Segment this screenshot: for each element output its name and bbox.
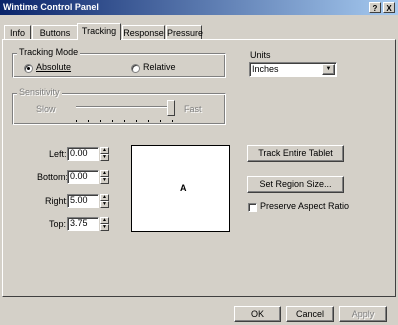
left-spinner[interactable]: ▲ ▼ [100,147,109,161]
help-button[interactable]: ? [369,2,381,13]
absolute-label[interactable]: Absolute [36,62,71,72]
spin-down-icon[interactable]: ▼ [100,154,109,161]
spin-up-icon[interactable]: ▲ [100,147,109,154]
tablet-region-preview[interactable]: A [131,145,230,232]
sensitivity-legend: Sensitivity [17,87,62,97]
preserve-aspect-checkbox[interactable] [248,203,257,212]
relative-label[interactable]: Relative [143,62,176,72]
radio-selected-dot [27,67,30,70]
sensitivity-slider-thumb[interactable] [167,100,175,116]
spin-up-icon[interactable]: ▲ [100,217,109,224]
tab-buttons[interactable]: Buttons [32,25,78,39]
set-region-size-button[interactable]: Set Region Size... [247,176,344,193]
apply-button[interactable]: Apply [339,306,387,322]
slider-tick [148,120,149,122]
tab-tracking[interactable]: Tracking [77,23,121,40]
slider-tick [112,120,113,122]
left-field[interactable]: 0.00 [67,147,99,161]
tab-pressure[interactable]: Pressure [166,25,203,39]
tracking-mode-legend: Tracking Mode [17,47,81,57]
bottom-spinner[interactable]: ▲ ▼ [100,170,109,184]
track-entire-tablet-button[interactable]: Track Entire Tablet [247,145,344,162]
top-spinner[interactable]: ▲ ▼ [100,217,109,231]
right-field[interactable]: 5.00 [67,194,99,208]
slider-tick [172,120,173,122]
spin-down-icon[interactable]: ▼ [100,201,109,208]
tab-info[interactable]: Info [4,25,31,39]
slider-max-label: Fast [184,104,202,114]
slider-tick [88,120,89,122]
radio-relative[interactable] [131,64,140,73]
slider-min-label: Slow [36,104,56,114]
slider-tick [160,120,161,122]
chevron-down-icon[interactable]: ▼ [322,64,335,75]
bottom-field[interactable]: 0.00 [67,170,99,184]
preview-label: A [180,183,187,193]
slider-tick [136,120,137,122]
top-label: Top: [49,219,67,229]
left-label: Left: [49,149,67,159]
preserve-aspect-label[interactable]: Preserve Aspect Ratio [260,201,349,211]
right-label: Right: [45,196,69,206]
spin-up-icon[interactable]: ▲ [100,170,109,177]
tab-response[interactable]: Response [122,25,165,39]
units-value: Inches [252,64,279,74]
slider-tick [100,120,101,122]
close-button[interactable]: X [383,2,395,13]
title-bar: Wintime Control Panel ? X [0,0,398,15]
top-field[interactable]: 3.75 [67,217,99,231]
ok-button[interactable]: OK [234,306,281,322]
sensitivity-slider-track[interactable] [76,106,174,108]
window-title: Wintime Control Panel [3,2,99,12]
radio-absolute[interactable] [24,64,33,73]
spin-down-icon[interactable]: ▼ [100,224,109,231]
slider-tick [76,120,77,122]
spin-down-icon[interactable]: ▼ [100,177,109,184]
right-spinner[interactable]: ▲ ▼ [100,194,109,208]
slider-tick [124,120,125,122]
spin-up-icon[interactable]: ▲ [100,194,109,201]
units-label: Units [250,50,271,60]
bottom-label: Bottom: [37,172,69,182]
cancel-button[interactable]: Cancel [286,306,334,322]
slider-ticks [76,120,174,122]
